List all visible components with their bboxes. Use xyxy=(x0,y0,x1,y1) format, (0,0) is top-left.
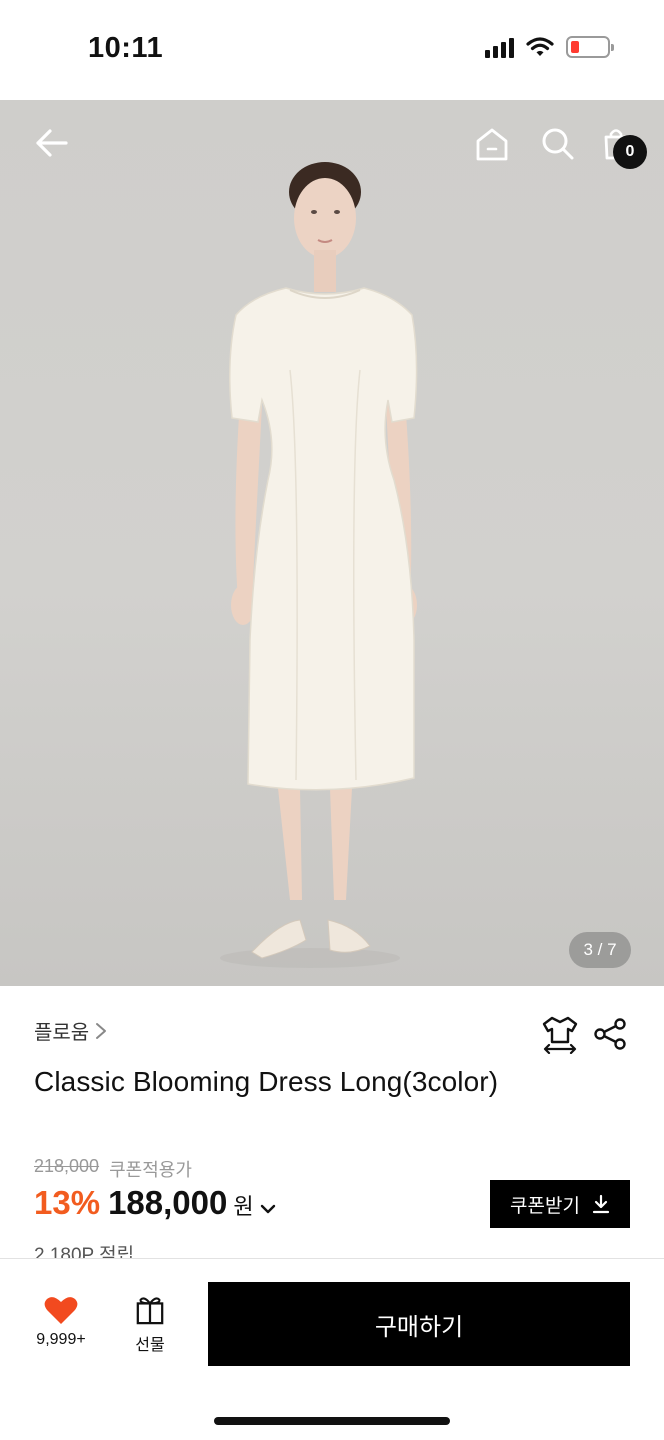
brand-name: 플로움 xyxy=(34,1022,90,1044)
back-arrow-icon xyxy=(36,129,68,157)
download-icon xyxy=(592,1194,610,1214)
reward-points: 2,180P 적립 xyxy=(34,1245,135,1258)
product-title: Classic Blooming Dress Long(3color) xyxy=(34,1066,499,1097)
gift-icon xyxy=(136,1297,164,1325)
coupon-button-label: 쿠폰받기 xyxy=(510,1195,580,1217)
heart-icon xyxy=(44,1297,78,1324)
chevron-down-icon xyxy=(260,1204,275,1214)
discount-rate: 13% xyxy=(34,1184,101,1221)
image-page-indicator: 3 / 7 xyxy=(569,932,631,968)
bottom-action-bar: 9,999+ 선물 구매하기 xyxy=(0,1258,664,1440)
size-guide-button[interactable] xyxy=(540,1014,580,1055)
product-image-carousel[interactable]: 3 / 7 xyxy=(0,100,664,986)
brand-link[interactable]: 플로움 xyxy=(34,1016,107,1045)
price-row[interactable]: 13% 188,000 원 xyxy=(34,1184,276,1222)
share-button[interactable] xyxy=(592,1016,628,1052)
like-button[interactable]: 9,999+ xyxy=(28,1295,94,1355)
coupon-price-label: 쿠폰적용가 xyxy=(109,1160,192,1180)
search-button[interactable] xyxy=(536,122,580,166)
status-bar: 10:11 xyxy=(0,0,664,100)
product-photo xyxy=(220,162,418,968)
original-price-row: 218,000 쿠폰적용가 xyxy=(34,1156,192,1182)
back-button[interactable] xyxy=(28,120,74,166)
status-time: 10:11 xyxy=(88,32,164,64)
chevron-right-icon xyxy=(96,1022,107,1039)
size-guide-icon xyxy=(542,1016,578,1055)
home-icon xyxy=(476,128,508,161)
gift-label: 선물 xyxy=(135,1337,165,1354)
status-icons xyxy=(485,36,614,58)
currency-label: 원 xyxy=(233,1194,254,1219)
gift-button[interactable]: 선물 xyxy=(126,1295,174,1355)
original-price: 218,000 xyxy=(34,1156,100,1176)
signal-icon xyxy=(485,36,514,58)
search-icon xyxy=(542,128,574,160)
share-icon xyxy=(594,1018,626,1050)
cart-count-badge[interactable]: 0 xyxy=(613,135,647,169)
battery-low-icon xyxy=(566,36,614,58)
wifi-icon xyxy=(526,37,554,56)
home-indicator xyxy=(214,1417,450,1425)
sale-price: 188,000 xyxy=(108,1184,228,1221)
get-coupon-button[interactable]: 쿠폰받기 xyxy=(490,1180,630,1228)
buy-button[interactable]: 구매하기 xyxy=(208,1282,630,1366)
home-button[interactable] xyxy=(470,122,514,166)
like-count: 9,999+ xyxy=(36,1331,86,1348)
